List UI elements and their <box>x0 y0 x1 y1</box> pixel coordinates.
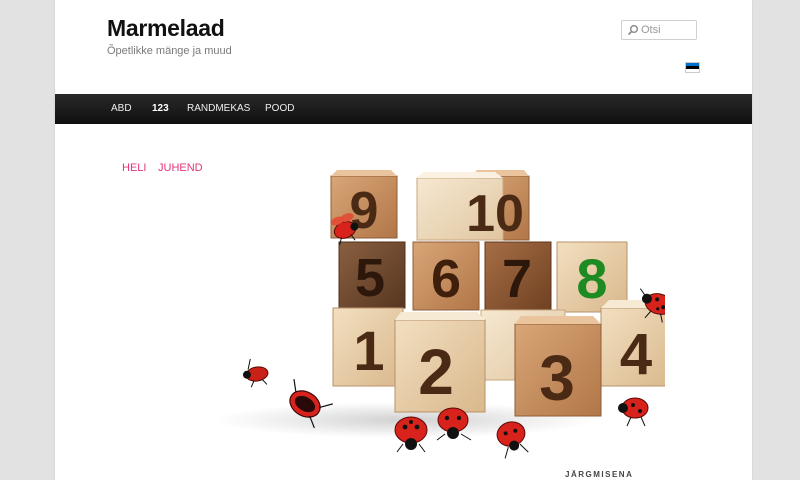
main-navigation: ABD 123 RANDMEKAS POOD <box>55 94 752 124</box>
number-block-1[interactable]: 1 <box>332 307 404 387</box>
sound-link[interactable]: HELI <box>122 162 146 174</box>
ladybug-bottom-right-icon[interactable] <box>618 397 649 427</box>
block-number: 3 <box>539 342 575 414</box>
block-number: 8 <box>576 247 607 310</box>
nav-item-randmekas[interactable]: RANDMEKAS <box>187 94 250 124</box>
flag-stripe-white <box>686 69 699 72</box>
block-number: 4 <box>620 322 652 387</box>
nav-item-abd[interactable]: ABD <box>111 94 132 124</box>
block-number: 5 <box>355 248 385 308</box>
search-input[interactable] <box>641 21 696 39</box>
next-button[interactable]: JÄRGMISENA <box>565 470 633 479</box>
number-block-7[interactable]: 7 <box>484 241 552 311</box>
number-block-2[interactable]: 2 <box>394 312 486 413</box>
number-block-6[interactable]: 6 <box>412 241 480 311</box>
block-number: 2 <box>418 336 454 408</box>
number-blocks-game: 9 10 5 6 7 8 1 4 2 3 <box>215 170 665 459</box>
block-number: 6 <box>431 249 461 309</box>
estonian-flag-icon[interactable] <box>685 62 700 73</box>
site-title[interactable]: Marmelaad <box>107 15 225 42</box>
block-number: 1 <box>353 319 384 382</box>
search-box[interactable] <box>621 20 697 40</box>
number-block-3[interactable]: 3 <box>514 316 602 417</box>
nav-item-123[interactable]: 123 <box>152 94 169 124</box>
site-tagline: Õpetlikke mänge ja muud <box>107 45 232 57</box>
search-icon <box>627 25 638 36</box>
number-block-5[interactable]: 5 <box>338 241 406 309</box>
nav-item-pood[interactable]: POOD <box>265 94 294 124</box>
ladybug-left-small-icon[interactable] <box>240 356 269 388</box>
ladybug-bottom-1-icon[interactable] <box>394 416 428 453</box>
page-container: Marmelaad Õpetlikke mänge ja muud ABD 12… <box>55 0 752 480</box>
block-number: 7 <box>502 249 532 309</box>
block-number: 10 <box>466 185 524 243</box>
